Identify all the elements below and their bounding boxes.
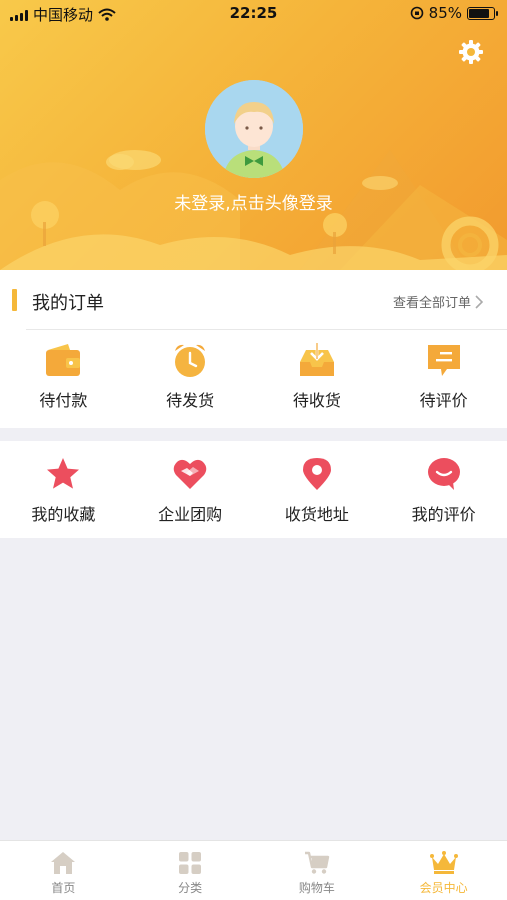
tab-home-label: 首页 — [51, 881, 76, 895]
inbox-download-icon — [299, 343, 334, 376]
login-prompt[interactable]: 未登录,点击头像登录 — [0, 189, 507, 214]
order-pending-receipt[interactable]: 待收货 — [254, 342, 381, 411]
wallet-icon — [46, 344, 81, 376]
service-my-reviews[interactable]: 我的评价 — [380, 456, 507, 525]
alarm-clock-icon — [175, 344, 206, 377]
tab-cart[interactable]: 购物车 — [254, 841, 381, 900]
status-bar: 中国移动 22:25 85% — [0, 0, 507, 28]
view-all-orders-label: 查看全部订单 — [392, 296, 471, 311]
order-pending-review[interactable]: 待评价 — [380, 342, 507, 411]
orders-header: 我的订单 查看全部订单 — [12, 270, 507, 330]
tab-member-center-label: 会员中心 — [419, 881, 468, 895]
service-shipping-address[interactable]: 收货地址 — [254, 456, 381, 525]
chevron-right-icon — [475, 294, 483, 309]
service-shipping-address-label: 收货地址 — [284, 505, 349, 524]
grid-icon — [179, 852, 202, 874]
section-accent-bar — [12, 289, 17, 311]
service-group-buy[interactable]: 企业团购 — [127, 456, 254, 525]
tab-member-center[interactable]: 会员中心 — [380, 841, 507, 900]
tab-home[interactable]: 首页 — [0, 841, 127, 900]
comment-icon — [427, 345, 460, 376]
my-orders-section: 我的订单 查看全部订单 待付款 待发货 待收货 待评价 — [0, 270, 507, 428]
service-my-reviews-label: 我的评价 — [411, 505, 476, 524]
order-pending-shipment[interactable]: 待发货 — [127, 342, 254, 411]
order-pending-review-label: 待评价 — [419, 391, 468, 410]
tab-category[interactable]: 分类 — [127, 841, 254, 900]
battery-icon — [467, 6, 498, 20]
bottom-tab-bar: 首页 分类 购物车 会员中心 — [0, 840, 507, 900]
rotation-lock-icon — [410, 6, 423, 20]
order-pending-payment[interactable]: 待付款 — [0, 342, 127, 411]
view-all-orders-link[interactable]: 查看全部订单 — [393, 292, 483, 311]
cart-icon — [304, 851, 330, 874]
home-icon — [51, 852, 76, 874]
services-section: 我的收藏 企业团购 收货地址 我的评价 — [0, 441, 507, 538]
tab-category-label: 分类 — [178, 881, 203, 895]
avatar[interactable] — [205, 80, 303, 178]
crown-icon — [429, 851, 458, 874]
order-pending-receipt-label: 待收货 — [292, 391, 341, 410]
profile-header: 中国移动 22:25 85% 未登录,点击头像登录 — [0, 0, 507, 270]
order-pending-shipment-label: 待发货 — [166, 391, 215, 410]
orders-status-row: 待付款 待发货 待收货 待评价 — [0, 342, 507, 411]
location-pin-icon — [302, 458, 331, 490]
default-avatar-icon — [205, 80, 303, 178]
service-my-favorites-label: 我的收藏 — [31, 505, 96, 524]
service-group-buy-label: 企业团购 — [158, 505, 223, 524]
star-icon — [47, 458, 80, 489]
service-my-favorites[interactable]: 我的收藏 — [0, 456, 127, 525]
order-pending-payment-label: 待付款 — [39, 391, 88, 410]
orders-title: 我的订单 — [32, 293, 104, 314]
battery-percent: 85% — [428, 4, 462, 22]
handshake-heart-icon — [173, 459, 207, 489]
settings-gear-icon[interactable] — [457, 38, 485, 66]
services-row: 我的收藏 企业团购 收货地址 我的评价 — [0, 456, 507, 525]
speech-bubble-icon — [427, 458, 460, 490]
tab-cart-label: 购物车 — [298, 881, 335, 895]
